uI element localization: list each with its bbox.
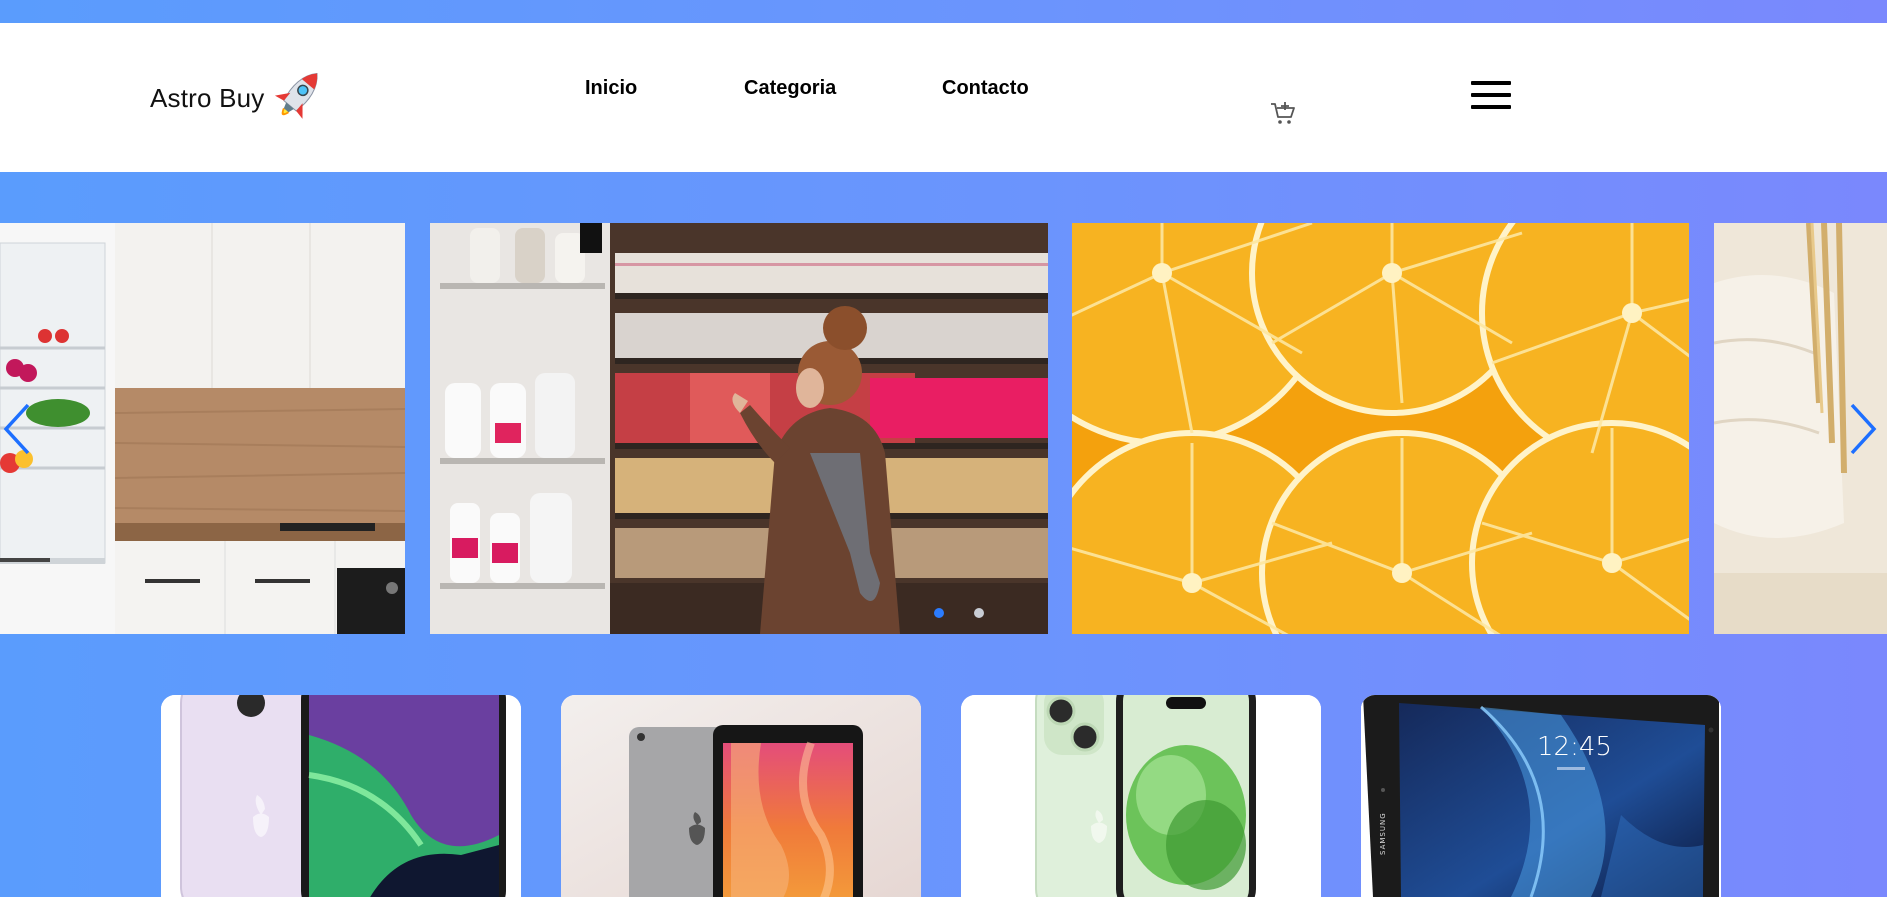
carousel-dot-2[interactable] xyxy=(974,608,984,618)
product-image xyxy=(161,695,521,897)
chevron-left-icon[interactable] xyxy=(0,399,36,459)
brand-logo[interactable]: Astro Buy xyxy=(150,69,331,127)
chevron-right-icon[interactable] xyxy=(1844,399,1880,459)
product-image xyxy=(961,695,1321,897)
nav-link-inicio[interactable]: Inicio xyxy=(585,77,637,100)
rocket-icon xyxy=(274,73,318,119)
carousel-dots xyxy=(934,608,984,618)
product-image xyxy=(561,695,921,897)
product-card-phone-purple[interactable] xyxy=(161,695,521,897)
hamburger-menu-icon[interactable] xyxy=(1471,81,1513,117)
tablet-screen-time: 12:45 xyxy=(1537,732,1612,762)
brand-name: Astro Buy xyxy=(150,82,265,113)
carousel-slide-oranges xyxy=(1072,223,1689,634)
product-card-tablet[interactable] xyxy=(561,695,921,897)
carousel-slide-kitchen xyxy=(0,223,405,634)
tablet-brand-label: SAMSUNG xyxy=(1379,812,1387,855)
nav-link-contacto[interactable]: Contacto xyxy=(942,77,1029,100)
image-carousel[interactable] xyxy=(0,223,1887,634)
product-card-phone-green[interactable] xyxy=(961,695,1321,897)
site-header: Astro Buy Inicio Categoria Contacto xyxy=(0,23,1887,172)
product-image: 12:45 SAMSUNG xyxy=(1361,695,1721,897)
carousel-dot-1[interactable] xyxy=(934,608,944,618)
product-card-samsung-tablet[interactable]: 12:45 SAMSUNG xyxy=(1361,695,1721,897)
carousel-slide-store xyxy=(430,223,1048,634)
cart-add-icon[interactable] xyxy=(1269,99,1297,127)
nav-link-categoria[interactable]: Categoria xyxy=(744,77,836,100)
